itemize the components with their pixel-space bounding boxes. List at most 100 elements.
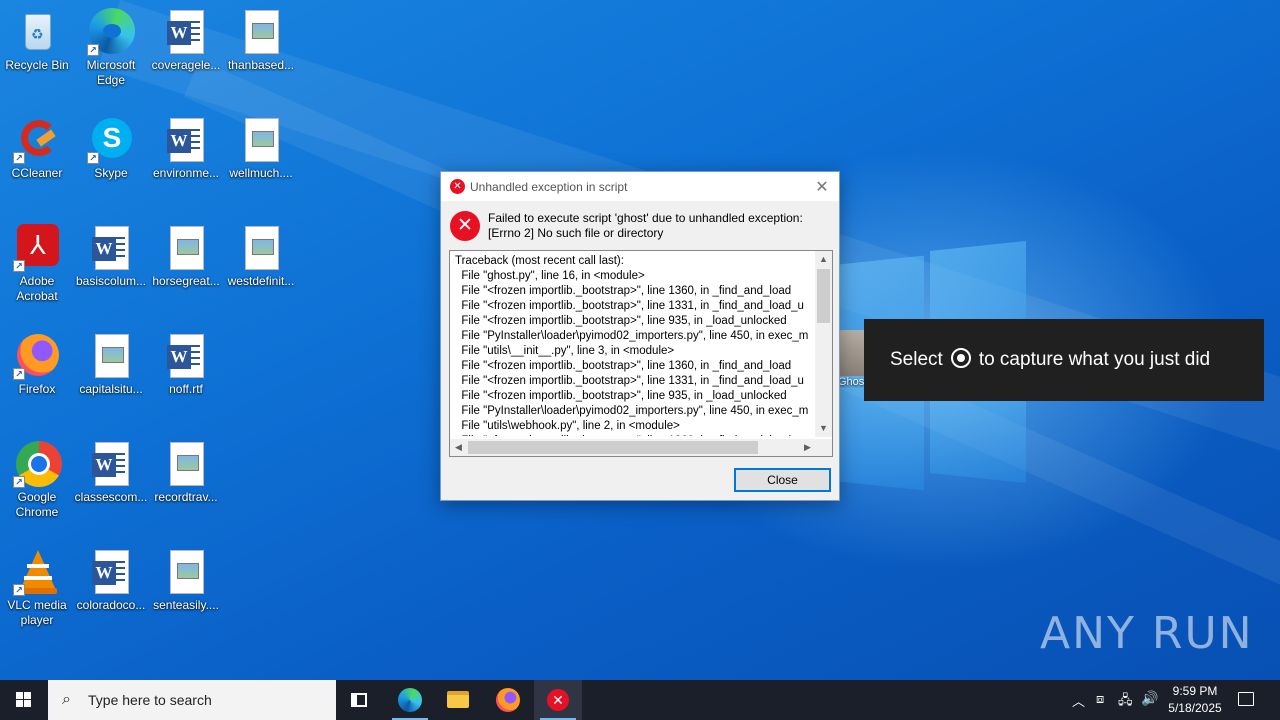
image-file-icon [162,224,210,272]
error-icon: ✕ [450,179,465,194]
desktop-icon-recordtrav[interactable]: recordtrav... [149,440,223,505]
desktop-icon-label: Firefox [18,382,56,396]
scrollbar-thumb[interactable] [468,441,758,454]
desktop-icon-senteasily[interactable]: senteasily.... [149,548,223,613]
error-message: Failed to execute script 'ghost' due to … [488,211,803,241]
desktop-icon-horsegreat[interactable]: horsegreat... [149,224,223,289]
image-file-icon [162,548,210,596]
desktop-icon-microsoft-edge[interactable]: ↗ Microsoft Edge [74,8,148,88]
firefox-icon [496,688,520,712]
vertical-scrollbar[interactable]: ▲ ▼ [815,251,832,437]
network-icon[interactable]: 🖧 [1118,691,1133,713]
edge-icon [398,688,422,712]
desktop-icon-label: wellmuch.... [229,166,293,180]
traceback-textbox[interactable]: Traceback (most recent call last): File … [449,250,833,457]
taskbar-file-explorer[interactable] [434,680,482,720]
scroll-right-icon[interactable]: ▶ [799,439,816,456]
word-document-icon: W [87,224,135,272]
scroll-up-icon[interactable]: ▲ [815,251,832,268]
desktop-icon-noff-rtf[interactable]: W noff.rtf [149,332,223,397]
desktop-icon-wellmuch[interactable]: wellmuch.... [224,116,298,181]
task-view-button[interactable] [336,680,384,720]
desktop-icon-label: noff.rtf [169,382,203,396]
system-tray: ︿ ⧈ 🖧 🔊 [1068,680,1158,720]
desktop-icon-label: horsegreat... [152,274,220,288]
desktop-icon-google-chrome[interactable]: ↗ Google Chrome [0,440,74,520]
search-icon: ⌕ [62,691,71,708]
horizontal-scrollbar[interactable]: ◀ ▶ [450,439,816,456]
shortcut-arrow-icon: ↗ [87,44,99,56]
volume-icon[interactable]: 🔊 [1141,690,1158,707]
dialog-titlebar[interactable]: ✕ Unhandled exception in script ✕ [441,172,839,201]
traceback-text: Traceback (most recent call last): File … [455,255,809,436]
capture-toast[interactable]: Select to capture what you just did [864,319,1264,401]
scroll-left-icon[interactable]: ◀ [450,439,467,456]
desktop-icon-coloradoco[interactable]: W coloradoco... [74,548,148,613]
desktop-icon-thanbased[interactable]: thanbased... [224,8,298,73]
desktop-icon-environme[interactable]: W environme... [149,116,223,181]
close-icon[interactable]: ✕ [813,177,831,197]
desktop-icon-vlc[interactable]: ↗ VLC media player [0,548,74,628]
watermark-logo: ANY RUN [1040,608,1254,659]
desktop-icon-label: VLC media player [7,598,67,627]
vlc-icon: ↗ [13,548,61,596]
notification-center-button[interactable] [1234,688,1258,712]
desktop-icon-label: westdefinit... [227,274,295,288]
desktop-icon-label: Microsoft Edge [86,58,136,87]
desktop-icon-label: senteasily.... [153,598,219,612]
taskbar: ⌕ Type here to search ✕ ︿ ⧈ 🖧 🔊 9:59 PM … [0,680,1280,720]
desktop-icon-ccleaner[interactable]: ↗ CCleaner [0,116,74,181]
notification-icon [1238,692,1254,706]
image-file-icon [87,332,135,380]
taskbar-clock[interactable]: 9:59 PM 5/18/2025 [1160,683,1230,717]
taskbar-edge[interactable] [386,680,434,720]
error-icon: ✕ [547,689,569,711]
word-document-icon: W [162,116,210,164]
taskbar-search-box[interactable]: ⌕ Type here to search [48,680,336,720]
meet-now-icon[interactable]: ⧈ [1096,691,1104,707]
shortcut-arrow-icon: ↗ [13,584,25,596]
desktop-icon-label: Recycle Bin [5,58,69,72]
ghost-app-icon [838,330,864,376]
desktop-icon-label: classescom... [74,490,148,504]
desktop-icon-label: Google Chrome [15,490,59,519]
start-button[interactable] [0,680,48,720]
skype-icon: S ↗ [87,116,135,164]
scrollbar-thumb[interactable] [817,269,830,323]
desktop-icon-adobe-acrobat[interactable]: ⅄ ↗ Adobe Acrobat [0,224,74,304]
error-message-line: Failed to execute script 'ghost' due to … [488,211,803,225]
chrome-icon: ↗ [13,440,62,488]
clock-time: 9:59 PM [1172,684,1218,698]
desktop-icon-label: coveragele... [151,58,221,72]
taskbar-ghost-error[interactable]: ✕ [534,680,582,720]
desktop-icon-recycle-bin[interactable]: ♻ Recycle Bin [0,8,74,73]
desktop-icon-label: Ghos [838,376,864,388]
acrobat-icon: ⅄ ↗ [13,224,61,272]
desktop-icon-capitalsitu[interactable]: capitalsitu... [74,332,148,397]
desktop-icon-label: coloradoco... [76,598,146,612]
desktop-icon-label: basiscolum... [75,274,147,288]
clock-date: 5/18/2025 [1168,701,1222,715]
show-hidden-icons-icon[interactable]: ︿ [1072,691,1085,710]
scroll-down-icon[interactable]: ▼ [815,420,832,437]
desktop: ♻ Recycle Bin ↗ CCleaner ⅄ ↗ Adobe Acrob… [0,0,1280,680]
desktop-icon-skype[interactable]: S ↗ Skype [74,116,148,181]
windows-logo-icon [16,692,32,708]
toast-text-before: Select [890,349,943,370]
desktop-icon-label: recordtrav... [154,490,218,504]
desktop-icon-ghost[interactable]: Ghos [838,330,864,396]
desktop-icon-coveragele[interactable]: W coveragele... [149,8,223,73]
word-document-icon: W [87,548,135,596]
close-button[interactable]: Close [734,468,831,492]
taskbar-firefox[interactable] [484,680,532,720]
recycle-bin-icon: ♻ [13,8,61,56]
edge-icon: ↗ [87,8,135,56]
desktop-icon-firefox[interactable]: ↗ Firefox [0,332,74,397]
desktop-icon-westdefinit[interactable]: westdefinit... [224,224,298,289]
desktop-icon-basiscolum[interactable]: W basiscolum... [74,224,148,289]
firefox-icon: ↗ [13,332,61,380]
capture-icon [950,348,971,368]
desktop-icon-label: thanbased... [227,58,295,72]
desktop-icon-classescom[interactable]: W classescom... [74,440,148,505]
word-document-icon: W [162,332,210,380]
